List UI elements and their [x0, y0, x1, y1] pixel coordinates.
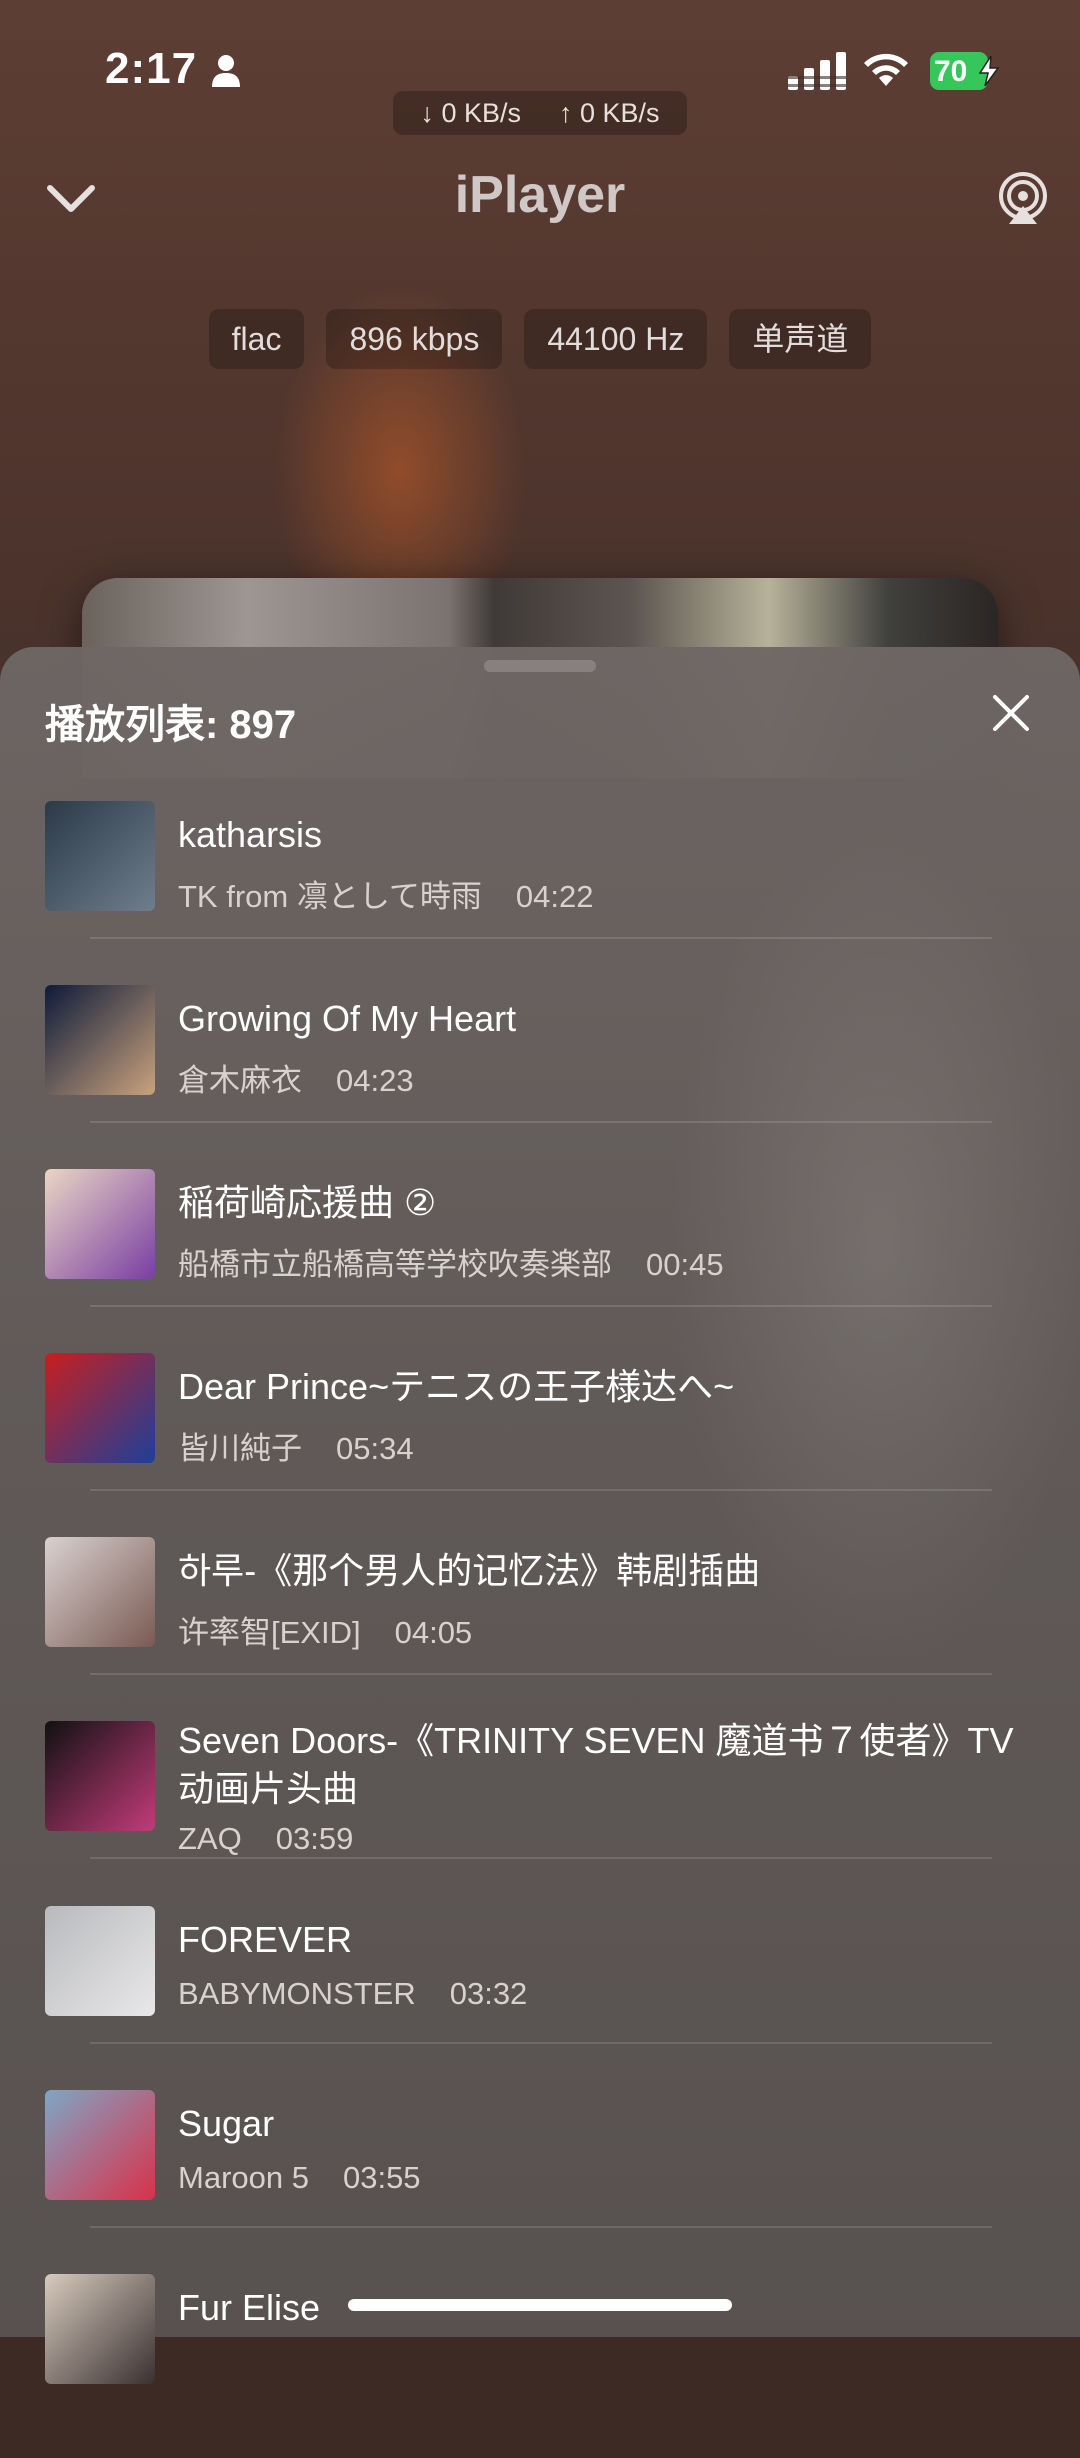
song-duration: 04:23	[336, 1063, 414, 1098]
row-divider	[90, 1857, 992, 1859]
album-thumbnail	[45, 1537, 155, 1647]
home-indicator[interactable]	[348, 2299, 732, 2311]
song-duration: 03:32	[449, 1976, 528, 2011]
album-thumbnail	[45, 2090, 155, 2200]
cellular-signal-icon	[788, 52, 846, 90]
audio-format-chips: flac 896 kbps 44100 Hz 单声道	[0, 309, 1080, 369]
row-divider	[90, 1305, 992, 1307]
sheet-grabber[interactable]	[484, 660, 596, 672]
song-artist: ZAQ	[178, 1821, 242, 1856]
song-row[interactable]: Seven Doors-《TRINITY SEVEN 魔道书７使者》TV动画片头…	[0, 1720, 1080, 1905]
song-title: 稲荷崎応援曲 ②	[178, 1182, 437, 1223]
song-meta: 倉木麻衣 04:23	[178, 1055, 414, 1100]
format-chip: flac	[208, 309, 305, 369]
song-artist: 皆川純子	[178, 1431, 302, 1466]
song-meta: 船橋市立船橋高等学校吹奏楽部 00:45	[178, 1239, 724, 1284]
song-meta: TK from 凛として時雨 04:22	[178, 871, 594, 916]
download-speed: ↓ 0 KB/s	[420, 97, 521, 128]
battery-indicator: 70	[930, 52, 1000, 90]
close-icon[interactable]	[991, 693, 1031, 733]
song-artist: TK from 凛として時雨	[178, 879, 482, 914]
song-meta: ZAQ 03:59	[178, 1821, 353, 1857]
song-row[interactable]: Dear Prince~テニスの王子様达へ~ 皆川純子 05:34	[0, 1353, 1080, 1537]
song-duration: 04:22	[515, 879, 594, 914]
airplay-icon[interactable]	[995, 170, 1051, 226]
album-thumbnail	[45, 1353, 155, 1463]
row-divider	[90, 2042, 992, 2044]
network-speed: ↓ 0 KB/s ↑ 0 KB/s	[393, 91, 687, 135]
battery-level: 70	[934, 55, 968, 88]
row-divider	[90, 1489, 992, 1491]
app-title: iPlayer	[454, 166, 626, 224]
song-duration: 03:55	[342, 2160, 421, 2195]
song-meta: Maroon 5 03:55	[178, 2160, 421, 2196]
song-artist: BABYMONSTER	[178, 1976, 416, 2011]
album-thumbnail	[45, 1906, 155, 2016]
song-artist: 船橋市立船橋高等学校吹奏楽部	[178, 1247, 612, 1282]
song-title: Fur Elise	[178, 2287, 321, 2328]
status-time: 2:17	[105, 44, 198, 93]
song-meta: 皆川純子 05:34	[178, 1423, 414, 1468]
playlist-title: 播放列表: 897	[45, 703, 297, 747]
song-artist: 倉木麻衣	[178, 1063, 302, 1098]
song-duration: 05:34	[336, 1431, 414, 1466]
song-row[interactable]: 하루-《那个男人的记忆法》韩剧插曲许率智[EXID] 04:05	[0, 1537, 1080, 1721]
row-divider	[90, 937, 992, 939]
song-artist: Maroon 5	[178, 2160, 309, 2195]
song-title: Sugar	[178, 2103, 275, 2144]
row-divider	[90, 1673, 992, 1675]
song-row[interactable]: Sugar Maroon 5 03:55	[0, 2090, 1080, 2274]
channel-chip: 单声道	[729, 309, 872, 369]
song-row[interactable]: Growing Of My Heart 倉木麻衣 04:23	[0, 985, 1080, 1169]
song-meta: 许率智[EXID] 04:05	[178, 1607, 472, 1652]
song-title: Seven Doors-《TRINITY SEVEN 魔道书７使者》TV动画片头…	[178, 1720, 1014, 1809]
song-title: 하루-《那个男人的记忆法》韩剧插曲	[178, 1550, 761, 1591]
song-title: Growing Of My Heart	[178, 998, 517, 1039]
sample-rate-chip: 44100 Hz	[524, 309, 708, 369]
song-meta: BABYMONSTER 03:32	[178, 1976, 527, 2012]
song-artist: 许率智[EXID]	[178, 1615, 361, 1650]
song-row[interactable]: 稲荷崎応援曲 ② 船橋市立船橋高等学校吹奏楽部 00:45	[0, 1169, 1080, 1353]
playlist-sheet: 播放列表: 897 katharsis TK from 凛として時雨 04:22 Gr…	[0, 647, 1080, 2384]
song-row[interactable]: katharsis TK from 凛として時雨 04:22	[0, 801, 1080, 985]
album-thumbnail	[45, 1721, 155, 1831]
song-duration: 00:45	[646, 1247, 724, 1282]
wifi-icon	[864, 53, 908, 86]
song-duration: 03:59	[275, 1821, 354, 1856]
song-title: katharsis	[178, 814, 323, 855]
song-title: FOREVER	[178, 1919, 353, 1960]
album-thumbnail	[45, 801, 155, 911]
song-title: Dear Prince~テニスの王子様达へ~	[178, 1366, 735, 1407]
person-icon	[212, 55, 240, 87]
album-thumbnail	[45, 985, 155, 1095]
row-divider	[90, 2226, 992, 2228]
song-row[interactable]: FOREVER BABYMONSTER 03:32	[0, 1906, 1080, 2090]
charging-bolt-icon	[978, 56, 1000, 86]
status-bar: 2:17 70 ↓ 0 KB/s ↑ 0 KB/s	[0, 0, 1080, 150]
row-divider	[90, 1121, 992, 1123]
song-duration: 04:05	[394, 1615, 473, 1650]
bitrate-chip: 896 kbps	[326, 309, 503, 369]
album-thumbnail	[45, 1169, 155, 1279]
upload-speed: ↑ 0 KB/s	[559, 97, 660, 128]
album-thumbnail	[45, 2274, 155, 2384]
